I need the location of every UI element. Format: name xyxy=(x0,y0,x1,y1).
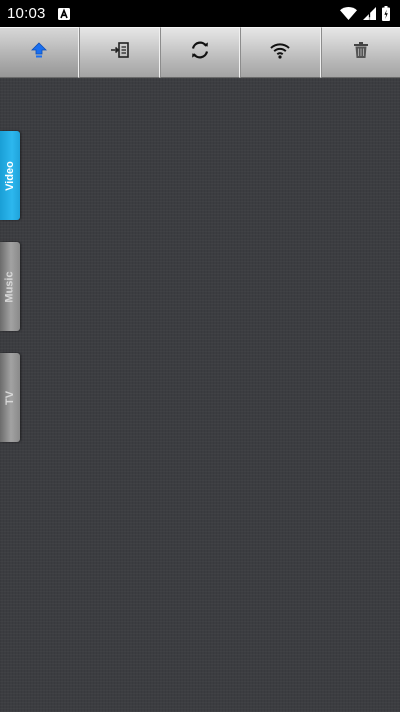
trash-icon xyxy=(353,41,369,64)
tab-video-label: Video xyxy=(4,160,17,191)
battery-icon xyxy=(382,6,390,21)
tab-tv-label: TV xyxy=(4,390,16,405)
upload-arrow-icon xyxy=(30,41,48,64)
signal-icon xyxy=(363,7,376,20)
status-time: 10:03 xyxy=(7,5,46,22)
status-bar: 10:03 xyxy=(0,0,400,27)
import-icon xyxy=(110,41,130,64)
import-button[interactable] xyxy=(79,27,160,78)
tab-music[interactable]: Music xyxy=(0,242,20,331)
wifi-icon xyxy=(269,41,291,64)
wifi-button[interactable] xyxy=(240,27,321,78)
notification-a-icon xyxy=(57,7,70,20)
wifi-icon xyxy=(340,7,357,20)
delete-button[interactable] xyxy=(320,27,400,78)
tab-video[interactable]: Video xyxy=(0,131,20,220)
content-area xyxy=(0,78,400,712)
status-right xyxy=(340,6,390,21)
tab-tv[interactable]: TV xyxy=(0,353,20,442)
tab-music-label: Music xyxy=(4,270,16,303)
upload-button[interactable] xyxy=(0,27,80,78)
status-left: 10:03 xyxy=(7,5,70,22)
toolbar xyxy=(0,27,400,78)
refresh-button[interactable] xyxy=(159,27,241,78)
refresh-icon xyxy=(189,39,211,66)
